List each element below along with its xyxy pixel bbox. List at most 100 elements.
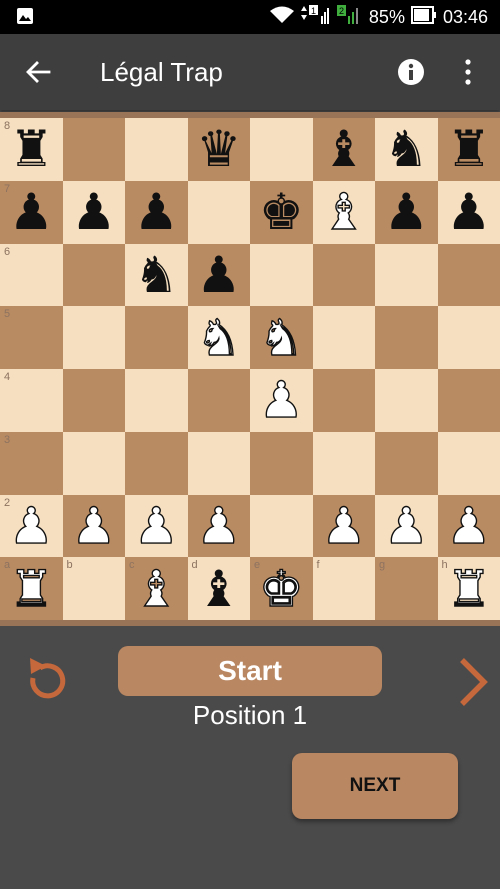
square-c8[interactable]: [125, 118, 188, 181]
square-e4[interactable]: ♟: [250, 369, 313, 432]
square-c5[interactable]: [125, 306, 188, 369]
white-pawn-piece[interactable]: ♟: [188, 495, 251, 558]
square-a2[interactable]: 2 ♟: [0, 494, 63, 558]
square-h5[interactable]: [437, 306, 500, 369]
black-rook-piece[interactable]: ♜: [0, 118, 63, 181]
white-bishop-piece[interactable]: ♝: [313, 181, 376, 244]
square-e6[interactable]: [250, 243, 313, 307]
white-knight-piece[interactable]: ♞: [250, 306, 313, 369]
white-pawn-piece[interactable]: ♟: [63, 495, 126, 558]
black-king-piece[interactable]: ♚: [250, 181, 313, 244]
square-f6[interactable]: [312, 243, 375, 307]
square-f1[interactable]: f: [312, 557, 375, 620]
square-a7[interactable]: 7 ♟: [0, 180, 63, 244]
square-c7[interactable]: ♟: [125, 180, 188, 244]
black-pawn-piece[interactable]: ♟: [125, 181, 188, 244]
square-a5[interactable]: 5: [0, 306, 63, 369]
square-f4[interactable]: [312, 369, 375, 432]
next-button[interactable]: NEXT: [292, 753, 458, 819]
white-rook-piece[interactable]: ♜: [438, 557, 500, 620]
square-g5[interactable]: [375, 306, 438, 369]
square-g7[interactable]: ♟: [375, 180, 438, 244]
square-g2[interactable]: ♟: [375, 494, 438, 558]
square-h4[interactable]: [437, 369, 500, 432]
square-h7[interactable]: ♟: [437, 180, 500, 244]
square-h1[interactable]: h ♜: [437, 557, 500, 620]
square-b4[interactable]: [62, 369, 125, 432]
white-knight-piece[interactable]: ♞: [188, 306, 251, 369]
square-b8[interactable]: [62, 118, 125, 181]
square-d6[interactable]: ♟: [187, 243, 251, 307]
square-e5[interactable]: ♞: [250, 306, 313, 369]
square-c2[interactable]: ♟: [125, 494, 188, 558]
square-d8[interactable]: ♛: [187, 118, 251, 181]
black-pawn-piece[interactable]: ♟: [63, 181, 126, 244]
square-g4[interactable]: [375, 369, 438, 432]
square-c3[interactable]: [125, 431, 188, 495]
square-h8[interactable]: ♜: [437, 118, 500, 181]
white-pawn-piece[interactable]: ♟: [250, 369, 313, 432]
square-d1[interactable]: d ♝: [187, 557, 251, 620]
square-g6[interactable]: [375, 243, 438, 307]
square-a8[interactable]: 8 ♜: [0, 118, 63, 181]
white-bishop-piece[interactable]: ♝: [125, 557, 188, 620]
square-g3[interactable]: [375, 431, 438, 495]
square-a3[interactable]: 3: [0, 431, 63, 495]
square-b3[interactable]: [62, 431, 125, 495]
square-h3[interactable]: [437, 431, 500, 495]
back-button[interactable]: [20, 56, 56, 88]
square-h6[interactable]: [437, 243, 500, 307]
square-a1[interactable]: a ♜: [0, 557, 63, 620]
square-d2[interactable]: ♟: [187, 494, 251, 558]
square-f5[interactable]: [312, 306, 375, 369]
next-position-button[interactable]: [452, 654, 492, 710]
square-a4[interactable]: 4: [0, 369, 63, 432]
black-pawn-piece[interactable]: ♟: [188, 244, 251, 307]
black-queen-piece[interactable]: ♛: [188, 118, 251, 181]
black-rook-piece[interactable]: ♜: [438, 118, 500, 181]
white-pawn-piece[interactable]: ♟: [313, 495, 376, 558]
square-c4[interactable]: [125, 369, 188, 432]
square-d5[interactable]: ♞: [187, 306, 251, 369]
black-knight-piece[interactable]: ♞: [125, 244, 188, 307]
square-f7[interactable]: ♝: [312, 180, 376, 244]
square-d4[interactable]: [187, 369, 250, 432]
square-e1[interactable]: e ♚: [250, 557, 313, 620]
square-a6[interactable]: 6: [0, 243, 63, 307]
square-f8[interactable]: ♝: [312, 118, 376, 181]
black-pawn-piece[interactable]: ♟: [438, 181, 500, 244]
square-b7[interactable]: ♟: [62, 180, 126, 244]
white-pawn-piece[interactable]: ♟: [125, 495, 188, 558]
chess-board[interactable]: 8 ♜ ♛ ♝ ♞ ♜ 7 ♟ ♟ ♟ ♚ ♝ ♟ ♟ 6 ♞ ♟ 5 ♞ ♞ 4 ♟ 3 2 ♟ ♟ ♟ ♟ ♟ ♟ ♟ a ♜ b c ♝ d ♝ e ♚…: [0, 118, 500, 620]
white-pawn-piece[interactable]: ♟: [375, 495, 438, 558]
square-b1[interactable]: b: [62, 557, 125, 620]
black-knight-piece[interactable]: ♞: [375, 118, 438, 181]
white-king-piece[interactable]: ♚: [250, 557, 313, 620]
square-f3[interactable]: [312, 431, 375, 495]
info-button[interactable]: [396, 57, 426, 87]
square-g8[interactable]: ♞: [375, 118, 438, 181]
square-f2[interactable]: ♟: [312, 494, 376, 558]
square-d7[interactable]: [187, 180, 250, 244]
white-rook-piece[interactable]: ♜: [0, 557, 63, 620]
white-pawn-piece[interactable]: ♟: [0, 495, 63, 558]
black-bishop-piece[interactable]: ♝: [188, 557, 251, 620]
square-e8[interactable]: [250, 118, 313, 181]
square-c1[interactable]: c ♝: [125, 557, 188, 620]
square-e3[interactable]: [250, 431, 313, 495]
black-pawn-piece[interactable]: ♟: [375, 181, 438, 244]
white-pawn-piece[interactable]: ♟: [438, 495, 500, 558]
square-g1[interactable]: g: [375, 557, 438, 620]
square-b6[interactable]: [62, 243, 125, 307]
square-e7[interactable]: ♚: [250, 180, 313, 244]
square-b2[interactable]: ♟: [62, 494, 126, 558]
square-e2[interactable]: [250, 494, 313, 558]
black-pawn-piece[interactable]: ♟: [0, 181, 63, 244]
more-options-button[interactable]: [458, 56, 478, 88]
square-c6[interactable]: ♞: [125, 243, 188, 307]
start-button[interactable]: Start: [118, 646, 382, 696]
square-h2[interactable]: ♟: [437, 494, 500, 558]
square-b5[interactable]: [62, 306, 125, 369]
square-d3[interactable]: [187, 431, 250, 495]
black-bishop-piece[interactable]: ♝: [313, 118, 376, 181]
